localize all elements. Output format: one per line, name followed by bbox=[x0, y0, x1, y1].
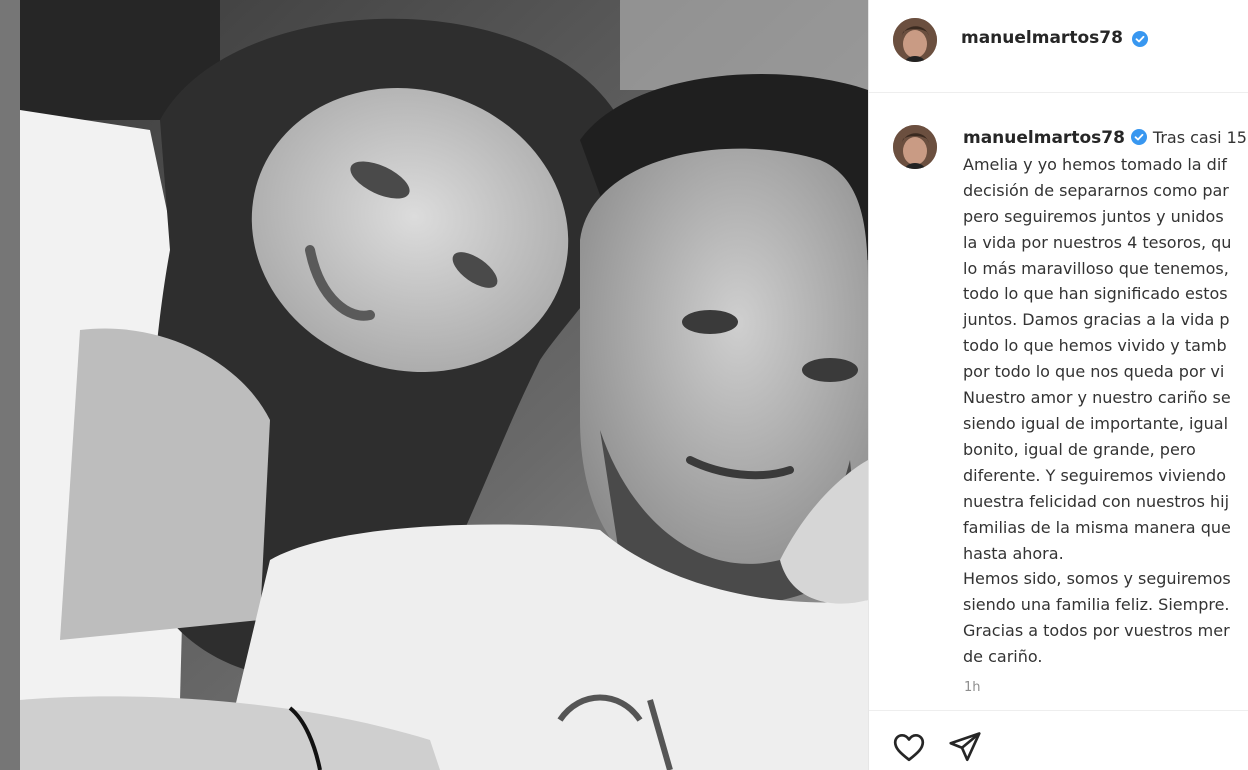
post-actions-bar bbox=[869, 710, 1248, 770]
post-photo-image bbox=[20, 0, 868, 770]
verified-badge-icon bbox=[1130, 129, 1147, 145]
caption-line: pero seguiremos juntos y unidos bbox=[963, 206, 1224, 226]
caption-line: Gracias a todos por vuestros mer bbox=[963, 621, 1230, 641]
caption-line: siendo una familia feliz. Siempre. bbox=[963, 595, 1230, 615]
caption-line: Hemos sido, somos y seguiremos bbox=[963, 569, 1231, 589]
caption-line: Nuestro amor y nuestro cariño se bbox=[963, 388, 1231, 408]
caption-line: familias de la misma manera que bbox=[963, 517, 1231, 537]
post-header: manuelmartos78 bbox=[869, 0, 1248, 93]
post-timestamp[interactable]: 1h bbox=[964, 680, 981, 695]
caption-avatar-image bbox=[893, 125, 937, 169]
post-photo[interactable] bbox=[20, 0, 868, 770]
caption-line: siendo igual de importante, igual bbox=[963, 413, 1229, 433]
caption-line: Tras casi 15 a bbox=[1152, 128, 1248, 147]
caption-first-line: manuelmartos78 Tras casi 15 a bbox=[963, 125, 1248, 152]
caption-username[interactable]: manuelmartos78 bbox=[963, 128, 1125, 148]
caption-line: diferente. Y seguiremos viviendo bbox=[963, 465, 1226, 485]
caption-line: todo lo que hemos vivido y tamb bbox=[963, 336, 1227, 356]
caption-line: hasta ahora. bbox=[963, 543, 1064, 563]
caption-avatar[interactable] bbox=[893, 125, 937, 169]
caption-line: decisión de separarnos como par bbox=[963, 180, 1229, 200]
caption-line: lo más maravilloso que tenemos, bbox=[963, 258, 1229, 278]
caption-line: Amelia y yo hemos tomado la dif bbox=[963, 154, 1227, 174]
header-username[interactable]: manuelmartos78 bbox=[961, 28, 1123, 48]
verified-badge-icon bbox=[1132, 31, 1148, 47]
caption-line: nuestra felicidad con nuestros hij bbox=[963, 491, 1230, 511]
caption-line: de cariño. bbox=[963, 647, 1043, 667]
left-edge-bar bbox=[0, 0, 20, 770]
caption-line: bonito, igual de grande, pero bbox=[963, 439, 1196, 459]
send-icon[interactable] bbox=[947, 729, 983, 765]
caption-line: la vida por nuestros 4 tesoros, qu bbox=[963, 232, 1232, 252]
caption-line: todo lo que han significado estos bbox=[963, 284, 1228, 304]
post-side-panel: manuelmartos78 manuelmartos78 Tras casi 1… bbox=[868, 0, 1248, 770]
post-caption: manuelmartos78 Tras casi 15 a Amelia y yo… bbox=[963, 125, 1248, 670]
caption-line: juntos. Damos gracias a la vida p bbox=[963, 310, 1230, 330]
avatar-image bbox=[893, 18, 937, 62]
avatar[interactable] bbox=[893, 18, 937, 62]
heart-icon[interactable] bbox=[891, 729, 927, 765]
caption-line: por todo lo que nos queda por vi bbox=[963, 362, 1225, 382]
